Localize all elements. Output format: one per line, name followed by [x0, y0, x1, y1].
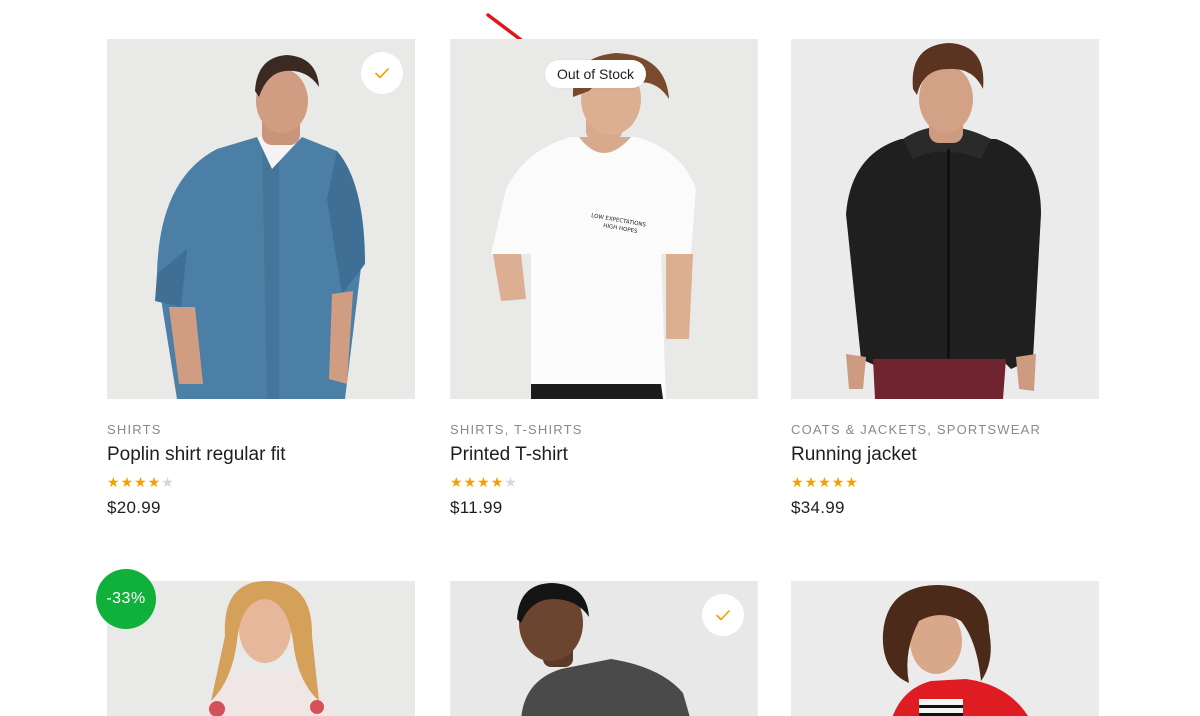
star-empty-icon: ★: [504, 474, 517, 490]
product-image[interactable]: LOW EXPECTATIONS HIGH HOPES: [450, 39, 758, 399]
product-image[interactable]: [791, 581, 1099, 716]
product-card[interactable]: Shirts Poplin shirt regular fit ★ ★ ★ ★ ★ $2…: [107, 39, 415, 518]
product-category: Coats & Jackets, Sportswear: [791, 422, 1099, 437]
rating-stars: ★ ★ ★ ★ ★: [107, 475, 415, 489]
star-filled-icon: ★: [147, 474, 161, 490]
product-title[interactable]: Printed T-shirt: [450, 444, 758, 466]
star-filled-icon: ★: [818, 474, 831, 490]
product-card[interactable]: Coats & Jackets, Sportswear Running jack…: [791, 39, 1099, 518]
product-price: $20.99: [107, 498, 161, 517]
product-image[interactable]: [791, 39, 1099, 399]
rating-stars: ★ ★ ★ ★ ★: [450, 475, 758, 489]
star-filled-icon: ★: [845, 474, 858, 490]
check-icon: [375, 68, 389, 79]
product-card[interactable]: [450, 581, 758, 716]
product-photo: [791, 581, 1099, 716]
product-card[interactable]: [791, 581, 1099, 716]
check-icon: [716, 610, 730, 621]
star-filled-icon: ★: [120, 474, 134, 490]
star-filled-icon: ★: [791, 474, 804, 490]
category-link[interactable]: T-shirts: [514, 422, 583, 437]
out-of-stock-badge: Out of Stock: [545, 60, 647, 88]
discount-badge: -33%: [96, 569, 156, 629]
product-card[interactable]: LOW EXPECTATIONS HIGH HOPES Shirts, T-sh…: [450, 39, 758, 518]
category-separator: ,: [504, 422, 515, 437]
product-photo: LOW EXPECTATIONS HIGH HOPES: [451, 39, 757, 399]
product-price: $34.99: [791, 498, 845, 517]
star-filled-icon: ★: [107, 474, 120, 490]
product-image[interactable]: [450, 581, 758, 716]
star-filled-icon: ★: [477, 474, 490, 490]
star-filled-icon: ★: [450, 474, 463, 490]
category-link[interactable]: Shirts: [107, 422, 162, 437]
star-filled-icon: ★: [804, 474, 818, 490]
product-photo: [791, 39, 1099, 399]
star-filled-icon: ★: [490, 474, 504, 490]
rating-stars: ★ ★ ★ ★ ★: [791, 475, 1099, 489]
product-image[interactable]: [107, 39, 415, 399]
category-link[interactable]: Shirts: [450, 422, 505, 437]
star-filled-icon: ★: [134, 474, 147, 490]
product-title[interactable]: Poplin shirt regular fit: [107, 444, 415, 466]
product-title[interactable]: Running jacket: [791, 444, 1099, 466]
product-photo: [107, 39, 415, 399]
category-link[interactable]: Sportswear: [937, 422, 1041, 437]
category-separator: ,: [927, 422, 937, 437]
star-filled-icon: ★: [463, 474, 477, 490]
product-category: Shirts: [107, 422, 415, 437]
wishlist-button[interactable]: [361, 52, 403, 94]
star-empty-icon: ★: [161, 474, 174, 490]
category-link[interactable]: Coats & Jackets: [791, 422, 927, 437]
wishlist-button[interactable]: [702, 594, 744, 636]
product-category: Shirts, T-shirts: [450, 422, 758, 437]
star-filled-icon: ★: [831, 474, 845, 490]
product-price: $11.99: [450, 498, 503, 517]
